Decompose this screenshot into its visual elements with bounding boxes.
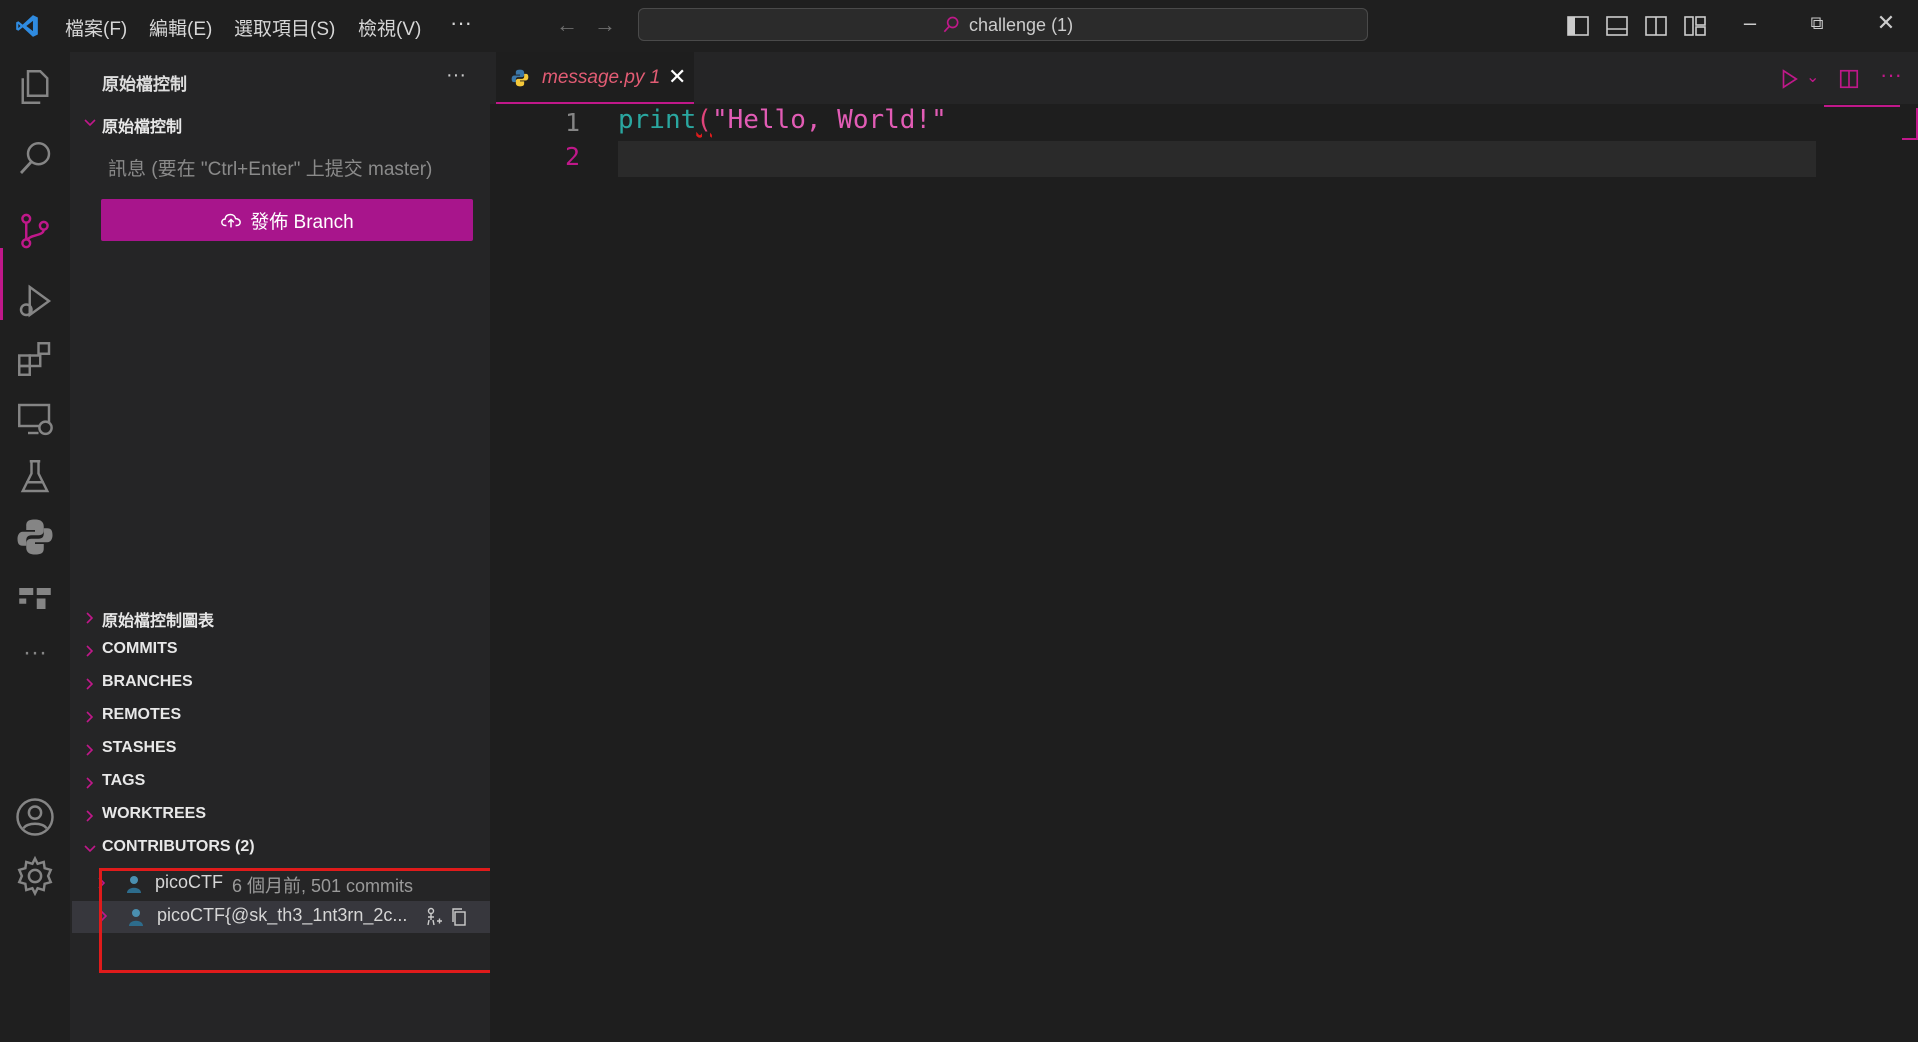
title-bar: 檔案(F) 編輯(E) 選取項目(S) 檢視(V) ··· ← → challe… [0, 0, 1918, 52]
chevron-right-icon[interactable] [82, 808, 98, 824]
section-branches[interactable]: BRANCHES [102, 673, 193, 691]
chevron-right-icon[interactable] [82, 610, 98, 626]
tab-filename: message.py 1 [542, 67, 661, 88]
code-function: print [618, 105, 697, 135]
chevron-down-icon[interactable] [82, 841, 98, 857]
source-control-icon[interactable] [14, 210, 56, 252]
section-worktrees[interactable]: WORKTREES [102, 805, 206, 823]
code-string: "Hello, World!" [711, 105, 947, 135]
tab-message-py[interactable]: message.py 1 ✕ [496, 52, 694, 104]
sidebar-more-icon[interactable]: ··· [446, 64, 466, 87]
toggle-panel-icon[interactable] [1605, 14, 1629, 38]
run-debug-icon[interactable] [14, 280, 56, 322]
restore-icon[interactable]: ⧉ [1797, 13, 1837, 34]
tab-bar: message.py 1 ✕ ⌄ ··· [490, 52, 1918, 104]
code-paren: ( [696, 105, 712, 135]
command-center-search[interactable]: challenge (1) [638, 8, 1368, 41]
activity-bar: ··· [0, 52, 70, 1042]
menu-file[interactable]: 檔案(F) [65, 14, 127, 41]
section-tags[interactable]: TAGS [102, 772, 145, 790]
menu-selection[interactable]: 選取項目(S) [234, 14, 335, 41]
remote-explorer-icon[interactable] [14, 398, 56, 440]
split-editor-icon[interactable] [1838, 68, 1860, 90]
toggle-secondary-sidebar-icon[interactable] [1644, 14, 1668, 38]
cloud-upload-icon [221, 213, 242, 228]
testing-icon[interactable] [14, 456, 56, 498]
line-number: 1 [564, 108, 580, 137]
search-icon [943, 16, 959, 33]
search-icon[interactable] [14, 138, 56, 180]
section-graph[interactable]: 原始檔控制圖表 [102, 607, 214, 631]
python-icon[interactable] [14, 516, 56, 558]
problem-count-badge: 1 [649, 67, 661, 88]
run-python-icon[interactable] [1778, 68, 1800, 90]
python-file-icon [511, 69, 529, 87]
accounts-icon[interactable] [14, 796, 56, 838]
vscode-logo-icon [16, 15, 38, 37]
section-commits[interactable]: COMMITS [102, 640, 178, 658]
menu-more-icon[interactable]: ··· [450, 10, 472, 36]
more-views-icon[interactable]: ··· [14, 632, 56, 674]
current-line-highlight [618, 141, 1816, 177]
section-stashes[interactable]: STASHES [102, 739, 176, 757]
sidebar-title: 原始檔控制 [102, 75, 187, 94]
back-arrow-icon[interactable]: ← [556, 12, 578, 38]
menu-edit[interactable]: 編輯(E) [149, 14, 212, 41]
customize-layout-icon[interactable] [1683, 14, 1707, 38]
extensions-icon[interactable] [14, 338, 56, 380]
commit-message-input[interactable]: 訊息 (要在 "Ctrl+Enter" 上提交 master) [108, 154, 432, 181]
active-indicator [0, 248, 3, 320]
close-window-icon[interactable]: ✕ [1866, 10, 1906, 36]
manage-gear-icon[interactable] [14, 855, 56, 897]
line-number: 2 [564, 142, 580, 171]
chevron-right-icon[interactable] [82, 676, 98, 692]
chevron-right-icon[interactable] [82, 775, 98, 791]
code-line[interactable]: print("Hello, World!" [618, 105, 947, 135]
section-remotes[interactable]: REMOTES [102, 706, 181, 724]
gitlens-inspect-icon[interactable] [14, 574, 56, 616]
publish-branch-label: 發佈 Branch [250, 211, 354, 233]
search-text: challenge (1) [969, 15, 1074, 35]
publish-branch-button[interactable]: 發佈 Branch [101, 199, 473, 241]
close-tab-icon[interactable]: ✕ [668, 64, 686, 90]
annotation-highlight-box [99, 868, 520, 973]
minimize-icon[interactable]: – [1730, 10, 1770, 36]
section-contributors[interactable]: CONTRIBUTORS (2) [102, 838, 255, 856]
run-dropdown-icon[interactable]: ⌄ [1806, 67, 1819, 87]
explorer-icon[interactable] [14, 66, 56, 108]
toggle-primary-sidebar-icon[interactable] [1566, 14, 1590, 38]
chevron-right-icon[interactable] [82, 709, 98, 725]
editor-more-icon[interactable]: ··· [1880, 62, 1902, 88]
chevron-right-icon[interactable] [82, 742, 98, 758]
menu-view[interactable]: 檢視(V) [358, 14, 421, 41]
editor-area: message.py 1 ✕ ⌄ ··· 1 2 print("Hello, W… [490, 52, 1918, 1042]
chevron-right-icon[interactable] [82, 643, 98, 659]
forward-arrow-icon[interactable]: → [594, 12, 616, 38]
scrollbar-indicator [1902, 138, 1918, 140]
source-control-section-title[interactable]: 原始檔控制 [102, 113, 182, 137]
chevron-down-icon[interactable] [82, 115, 98, 131]
minimap-indicator [1824, 105, 1900, 107]
